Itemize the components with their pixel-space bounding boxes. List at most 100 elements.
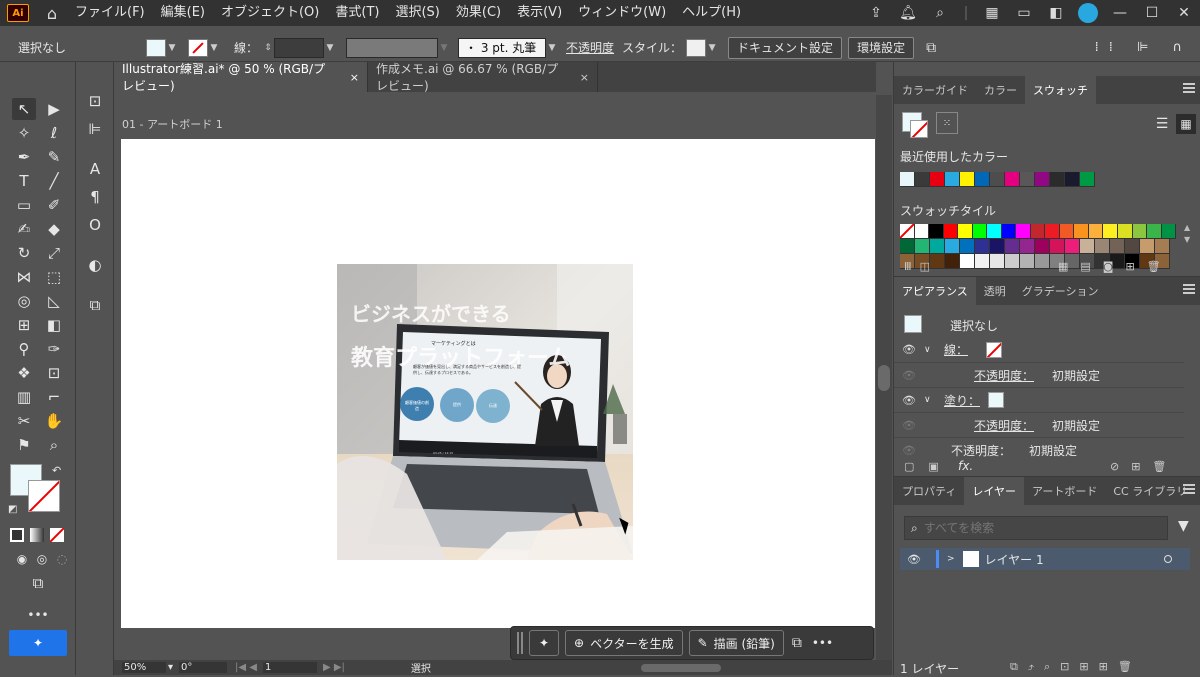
list-view-icon[interactable]: ☰: [1152, 114, 1172, 134]
column-graph-icon[interactable]: ▥: [12, 386, 36, 408]
swatch-tile[interactable]: [929, 224, 944, 239]
appearance-stroke-row[interactable]: 👁︎ ∨ 線：: [894, 337, 1184, 362]
blend-tool-icon[interactable]: ❖: [12, 362, 36, 384]
opentype-panel-icon[interactable]: O: [83, 214, 107, 236]
plugin-icon[interactable]: ◧: [1040, 0, 1072, 26]
recent-color-swatch[interactable]: [915, 172, 930, 187]
pathfinder-panel-icon[interactable]: ◐: [83, 254, 107, 276]
swatch-tile[interactable]: [1005, 254, 1020, 269]
swatch-tile[interactable]: [1080, 239, 1095, 254]
zoom-select[interactable]: 50%: [122, 662, 166, 673]
draw-pencil-button[interactable]: ✎ 描画 (鉛筆): [688, 630, 784, 656]
menu-object[interactable]: オブジェクト(O): [213, 0, 327, 26]
chevron-right-icon[interactable]: >: [947, 554, 955, 564]
chevron-down-icon[interactable]: ▼: [706, 39, 718, 57]
image-options-icon[interactable]: ⧉: [792, 635, 802, 651]
stroke-swatch[interactable]: [188, 38, 208, 57]
swatch-tile[interactable]: [990, 239, 1005, 254]
recent-color-swatch[interactable]: [960, 172, 975, 187]
more-tools-icon[interactable]: •••: [26, 604, 50, 626]
draw-inside-icon[interactable]: ◌: [50, 548, 74, 570]
tab-color[interactable]: カラー: [976, 76, 1025, 104]
appearance-fill-row[interactable]: 👁︎ ∨ 塗り：: [894, 387, 1184, 412]
swatch-tile[interactable]: [1035, 239, 1050, 254]
menu-window[interactable]: ウィンドウ(W): [570, 0, 674, 26]
magic-wand-icon[interactable]: ✧: [12, 122, 36, 144]
tab-properties[interactable]: プロパティ: [894, 477, 964, 505]
fill-swatch[interactable]: [146, 38, 166, 57]
mesh-tool-icon[interactable]: ⊞: [12, 314, 36, 336]
swatch-tile[interactable]: [1045, 224, 1060, 239]
close-tab-icon[interactable]: ×: [580, 71, 589, 84]
vertical-scrollbar[interactable]: [876, 95, 892, 660]
line-tool-icon[interactable]: ╱: [42, 170, 66, 192]
swatch-tile[interactable]: [987, 224, 1002, 239]
scroll-thumb[interactable]: [878, 365, 890, 391]
zoom-tool-icon[interactable]: ⌕: [42, 434, 66, 456]
drag-handle[interactable]: [517, 632, 523, 654]
slice-tool-icon[interactable]: ✂: [12, 410, 36, 432]
transform-panel-icon[interactable]: ⧉: [83, 294, 107, 316]
curvature-tool-icon[interactable]: ✎: [42, 146, 66, 168]
tab-color-guide[interactable]: カラーガイド: [894, 76, 976, 104]
bell-icon[interactable]: 🔔︎: [892, 0, 924, 26]
measure-icon[interactable]: ✑: [42, 338, 66, 360]
align-icons[interactable]: ⁞⁞ ⊫ ∩: [1095, 40, 1192, 55]
swatch-tile[interactable]: [1132, 224, 1148, 239]
panel-menu-icon[interactable]: [1183, 83, 1195, 93]
color-mode-icon[interactable]: [10, 528, 24, 542]
grid-view-icon[interactable]: ▦: [1176, 114, 1196, 134]
home-icon[interactable]: ⌂: [37, 0, 67, 26]
eyedropper-icon[interactable]: ⚲: [12, 338, 36, 360]
tab-artboards[interactable]: アートボード: [1024, 477, 1105, 505]
swatch-tile[interactable]: [1161, 224, 1177, 239]
artboard-tool-icon[interactable]: ⌐: [42, 386, 66, 408]
visibility-eye-icon[interactable]: 👁︎: [894, 444, 924, 457]
layer-target-icon[interactable]: [1164, 555, 1172, 563]
maximize-icon[interactable]: ☐: [1136, 0, 1168, 26]
swatch-tile[interactable]: [1020, 254, 1035, 269]
close-icon[interactable]: ✕: [1168, 0, 1200, 26]
swatch-tile[interactable]: [1016, 224, 1031, 239]
gradient-mode-icon[interactable]: [30, 528, 44, 542]
generative-ai-icon[interactable]: ✦: [9, 630, 67, 656]
swatch-tile[interactable]: [958, 224, 973, 239]
symbol-sprayer-icon[interactable]: ⊡: [42, 362, 66, 384]
swatch-tile[interactable]: [1005, 239, 1020, 254]
layers-search-field[interactable]: [923, 521, 1144, 535]
recent-color-swatch[interactable]: [945, 172, 960, 187]
swatch-tile[interactable]: [1088, 224, 1104, 239]
appearance-add-icons[interactable]: ▢▣: [904, 460, 953, 473]
swatch-tile[interactable]: [1065, 239, 1080, 254]
stroke-none-swatch[interactable]: [986, 341, 1003, 358]
last-artboard-icon[interactable]: ▶ ▶|: [323, 662, 345, 673]
opacity-label[interactable]: 不透明度：: [974, 417, 1034, 434]
swatch-tile[interactable]: [1030, 224, 1046, 239]
appearance-action-icons[interactable]: ⊘⊞🗑︎: [1110, 460, 1178, 473]
preferences-button[interactable]: 環境設定: [848, 36, 915, 59]
shaper-tool-icon[interactable]: ✍: [12, 218, 36, 240]
swatch-tile[interactable]: [1095, 239, 1110, 254]
recent-color-swatch[interactable]: [1065, 172, 1080, 187]
swatch-tile[interactable]: [975, 254, 990, 269]
swatch-tile[interactable]: [1035, 254, 1050, 269]
chevron-down-icon[interactable]: ∨: [924, 345, 938, 355]
rectangle-tool-icon[interactable]: ▭: [12, 194, 36, 216]
tab-transparency[interactable]: 透明: [976, 277, 1014, 305]
swatch-tile[interactable]: [1050, 239, 1065, 254]
menu-help[interactable]: ヘルプ(H): [674, 0, 749, 26]
opacity-label[interactable]: 不透明度：: [974, 367, 1034, 384]
visibility-eye-icon[interactable]: 👁︎: [894, 369, 924, 382]
layer-name[interactable]: レイヤー 1: [985, 551, 1044, 568]
tab-illustrator-practice[interactable]: Illustrator練習.ai* @ 50 % (RGB/プレビュー) ×: [114, 62, 368, 93]
chevron-down-icon[interactable]: ▼: [324, 39, 336, 57]
fill-row-label[interactable]: 塗り：: [944, 392, 980, 409]
menu-select[interactable]: 選択(S): [387, 0, 447, 26]
close-tab-icon[interactable]: ×: [350, 71, 359, 84]
chevron-down-icon[interactable]: ▼: [166, 39, 178, 57]
swatch-tile[interactable]: [1125, 239, 1140, 254]
width-tool-icon[interactable]: ⋈: [12, 266, 36, 288]
layer-action-icons[interactable]: ⧉⤴⌕⊡⊞⊞🗑︎: [1010, 660, 1142, 674]
graphic-style-swatch[interactable]: [686, 38, 707, 57]
variable-width-profile[interactable]: [346, 37, 439, 58]
